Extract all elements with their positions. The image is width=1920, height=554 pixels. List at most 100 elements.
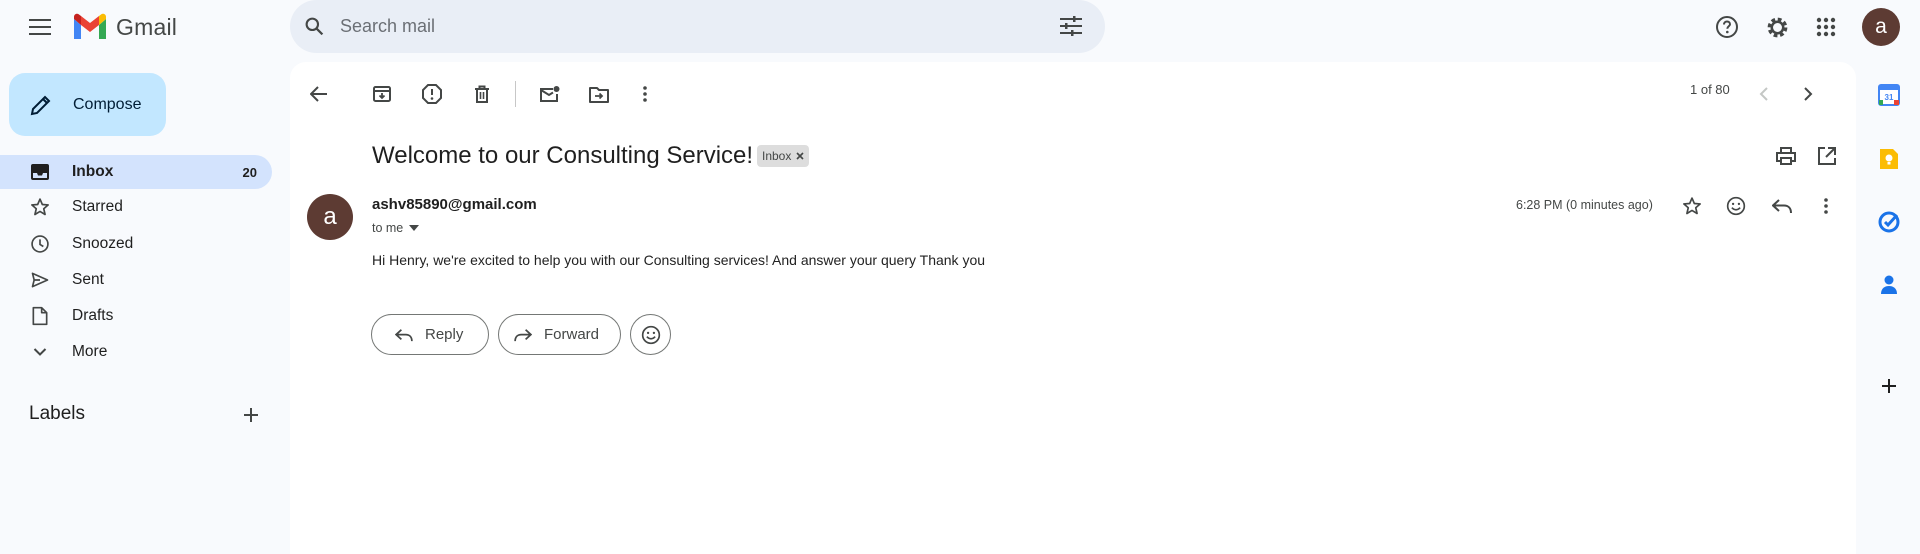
search-bar[interactable] xyxy=(290,0,1105,53)
star-message-button[interactable] xyxy=(1674,188,1710,224)
tasks-icon xyxy=(1878,211,1900,233)
gear-icon xyxy=(1767,17,1787,37)
support-button[interactable] xyxy=(1707,7,1747,47)
get-addons-button[interactable] xyxy=(1876,373,1902,399)
remove-label-icon[interactable] xyxy=(796,152,804,160)
react-button[interactable] xyxy=(630,314,671,355)
open-in-new-icon xyxy=(1818,147,1836,165)
search-button[interactable] xyxy=(304,16,325,37)
contacts-icon xyxy=(1881,275,1897,294)
help-icon xyxy=(1716,16,1738,38)
older-button[interactable] xyxy=(1790,76,1826,112)
compose-button[interactable]: Compose xyxy=(9,73,166,136)
move-to-button[interactable] xyxy=(581,76,617,112)
reply-quick-button[interactable] xyxy=(1764,188,1800,224)
chip-label: Inbox xyxy=(762,149,792,163)
report-spam-button[interactable] xyxy=(414,76,450,112)
forward-button[interactable]: Forward xyxy=(498,314,621,355)
back-button[interactable] xyxy=(301,76,337,112)
reply-icon xyxy=(1772,199,1792,214)
forward-label: Forward xyxy=(544,326,600,343)
sidebar-item-label: Starred xyxy=(72,198,123,215)
mark-unread-button[interactable] xyxy=(532,76,568,112)
recipient-details-toggle[interactable]: to me xyxy=(372,221,420,235)
sidebar-item-label: Snoozed xyxy=(72,235,134,252)
gmail-m-icon xyxy=(74,13,106,39)
inbox-unread-count: 20 xyxy=(242,164,257,180)
forward-icon xyxy=(514,328,532,341)
google-apps-button[interactable] xyxy=(1806,7,1846,47)
sidebar-item-label: Inbox xyxy=(72,163,114,180)
sidebar-item-drafts[interactable]: Drafts xyxy=(0,299,272,333)
keep-icon xyxy=(1880,149,1898,169)
toolbar-divider xyxy=(515,81,516,107)
labels-heading: Labels xyxy=(29,403,85,424)
sidebar-item-label: Drafts xyxy=(72,307,114,324)
more-vert-icon xyxy=(1824,198,1828,214)
newer-button[interactable] xyxy=(1746,76,1782,112)
open-new-window-button[interactable] xyxy=(1809,138,1845,174)
reply-button[interactable]: Reply xyxy=(371,314,489,355)
tasks-app-button[interactable] xyxy=(1876,209,1902,235)
tune-icon xyxy=(1060,16,1082,36)
main-menu-button[interactable] xyxy=(20,7,60,47)
mark-unread-icon xyxy=(540,86,560,102)
create-label-button[interactable] xyxy=(236,400,266,430)
sidebar-item-starred[interactable]: Starred xyxy=(0,190,272,224)
calendar-app-button[interactable]: 31 xyxy=(1876,82,1902,108)
message-more-button[interactable] xyxy=(1808,188,1844,224)
settings-button[interactable] xyxy=(1757,7,1797,47)
message-timestamp: 6:28 PM (0 minutes ago) xyxy=(1516,198,1653,212)
add-reaction-button[interactable] xyxy=(1718,188,1754,224)
chevron-right-icon xyxy=(1804,87,1813,101)
print-icon xyxy=(1776,147,1796,165)
plus-icon xyxy=(1882,379,1896,393)
arrow-back-icon xyxy=(310,86,327,102)
sidebar-item-label: More xyxy=(72,343,108,360)
report-icon xyxy=(422,84,442,104)
print-all-button[interactable] xyxy=(1768,138,1804,174)
more-actions-button[interactable] xyxy=(627,76,663,112)
emoji-icon xyxy=(1726,196,1746,216)
search-input[interactable] xyxy=(340,16,1040,37)
chevron-left-icon xyxy=(1759,87,1768,101)
inbox-icon xyxy=(29,164,51,180)
pagination-text: 1 of 80 xyxy=(1690,82,1730,97)
compose-label: Compose xyxy=(73,95,142,113)
message-subject: Welcome to our Consulting Service! xyxy=(372,142,754,169)
more-vert-icon xyxy=(643,86,647,102)
sidebar-item-more[interactable]: More xyxy=(0,335,272,369)
archive-icon xyxy=(373,86,391,102)
sender-email[interactable]: ashv85890@gmail.com xyxy=(372,196,537,213)
pencil-icon xyxy=(30,95,51,115)
star-icon xyxy=(29,197,51,217)
caret-down-icon xyxy=(409,225,420,231)
clock-icon xyxy=(29,234,51,254)
send-icon xyxy=(29,270,51,290)
delete-button[interactable] xyxy=(464,76,500,112)
search-icon xyxy=(305,17,324,36)
move-to-folder-icon xyxy=(589,86,609,103)
svg-text:31: 31 xyxy=(1885,93,1894,102)
sidebar-item-snoozed[interactable]: Snoozed xyxy=(0,227,272,261)
account-avatar[interactable]: a xyxy=(1862,8,1900,46)
sidebar-item-sent[interactable]: Sent xyxy=(0,263,272,297)
archive-button[interactable] xyxy=(364,76,400,112)
calendar-icon: 31 xyxy=(1878,84,1900,106)
search-options-button[interactable] xyxy=(1060,16,1082,36)
reply-label: Reply xyxy=(425,326,464,343)
keep-app-button[interactable] xyxy=(1876,146,1902,172)
inbox-label-chip: Inbox xyxy=(757,145,810,167)
sidebar-item-inbox[interactable]: Inbox 20 xyxy=(0,155,272,189)
message-panel xyxy=(290,62,1856,554)
star-outline-icon xyxy=(1683,197,1701,215)
recipient-label: to me xyxy=(372,221,404,235)
chevron-down-icon xyxy=(29,347,51,357)
draft-icon xyxy=(29,306,51,326)
sender-avatar[interactable]: a xyxy=(307,194,353,240)
emoji-icon xyxy=(641,325,660,344)
gmail-logo[interactable]: Gmail xyxy=(72,12,177,42)
plus-icon xyxy=(244,408,258,422)
contacts-app-button[interactable] xyxy=(1876,272,1902,298)
trash-icon xyxy=(475,85,489,103)
